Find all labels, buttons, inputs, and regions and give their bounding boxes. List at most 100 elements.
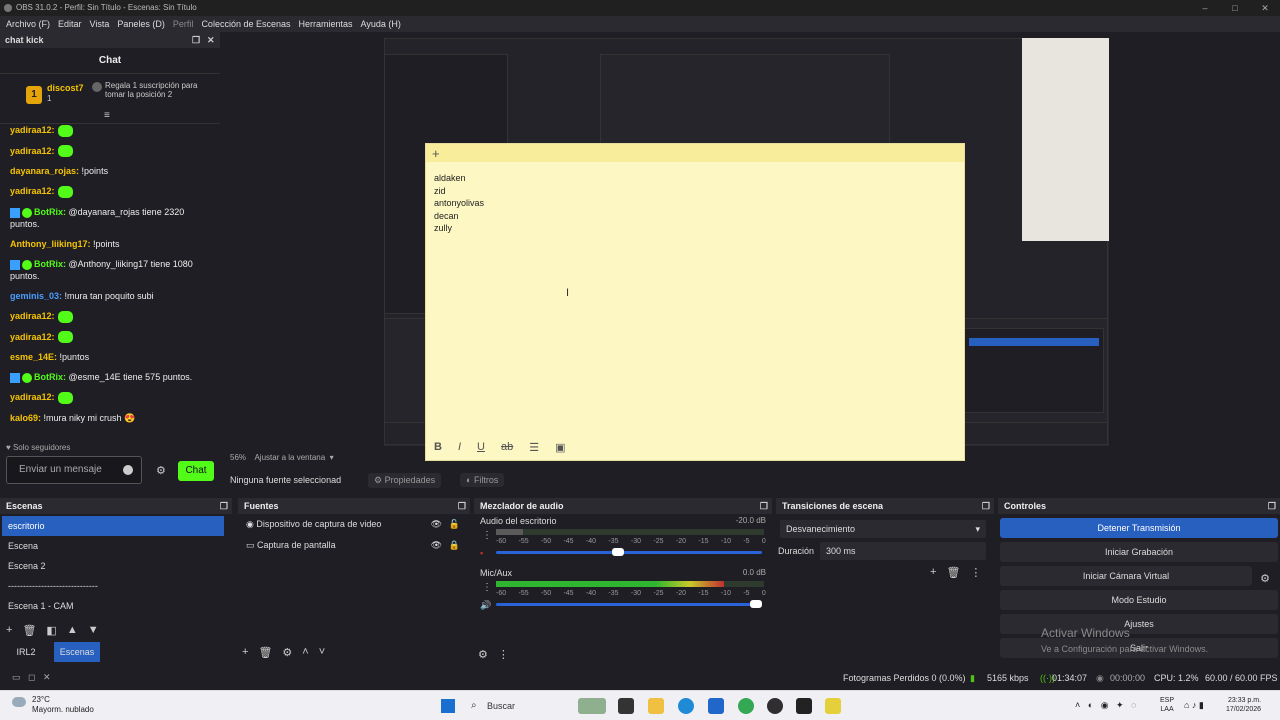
obs-app-icon[interactable] xyxy=(767,698,783,714)
file-explorer-icon[interactable] xyxy=(648,698,664,714)
menu-docks[interactable]: Paneles (D) xyxy=(117,19,165,29)
filters-button[interactable]: ◐ Filtros xyxy=(460,473,505,487)
chat-username[interactable]: BotRix: xyxy=(34,207,66,217)
app-icon[interactable] xyxy=(796,698,812,714)
scene-filters-icon[interactable]: ◧ xyxy=(46,624,56,637)
tab-irl2[interactable]: IRL2 xyxy=(6,642,46,662)
add-scene-icon[interactable]: + xyxy=(6,624,12,637)
zoom-mode-select[interactable]: Ajustar a la ventana xyxy=(254,453,325,462)
chat-username[interactable]: geminis_03: xyxy=(10,291,62,301)
transition-select[interactable]: Desvanecimiento ▾ xyxy=(780,520,986,538)
chat-username[interactable]: BotRix: xyxy=(34,259,66,269)
italic-icon[interactable]: I xyxy=(458,441,461,454)
pinned-user[interactable]: discost7 xyxy=(47,83,84,93)
menu-scene-collection[interactable]: Colección de Escenas xyxy=(201,19,290,29)
chat-username[interactable]: yadiraa12: xyxy=(10,146,55,156)
menu-help[interactable]: Ayuda (H) xyxy=(361,19,401,29)
weather-widget[interactable]: 23°C Mayorm. nublado xyxy=(32,695,94,715)
scene-item[interactable]: Escena 2 xyxy=(2,556,224,576)
sticky-notes-icon[interactable] xyxy=(825,698,841,714)
widgets-icon[interactable] xyxy=(578,698,606,714)
stop-streaming-button[interactable]: Detener Transmisión xyxy=(1000,518,1278,538)
virtual-camera-settings-icon[interactable]: ⚙ xyxy=(1260,572,1270,585)
store-icon[interactable] xyxy=(708,698,724,714)
scene-item[interactable]: Escena 1 - CAM xyxy=(2,596,224,616)
lock-icon[interactable]: 🔓 xyxy=(449,514,460,535)
menu-edit[interactable]: Editar xyxy=(58,19,82,29)
underline-icon[interactable]: U xyxy=(477,441,485,454)
file-app-icon[interactable] xyxy=(618,698,634,714)
undock-icon[interactable]: ❐ xyxy=(220,498,228,514)
transition-menu-icon[interactable]: ⋮ xyxy=(970,566,981,579)
undock-icon[interactable]: ❐ xyxy=(458,498,466,514)
scene-item[interactable]: Escena xyxy=(2,536,224,556)
volume-slider[interactable] xyxy=(496,600,762,608)
chat-username[interactable]: yadiraa12: xyxy=(10,186,55,196)
add-transition-icon[interactable]: + xyxy=(930,566,936,579)
chat-username[interactable]: yadiraa12: xyxy=(10,392,55,402)
tab-escenas[interactable]: Escenas xyxy=(54,642,100,662)
move-up-icon[interactable]: ˄ xyxy=(302,646,308,659)
language-indicator[interactable]: ESP LAA xyxy=(1160,696,1174,714)
undock-icon[interactable]: ❐ xyxy=(192,32,200,48)
volume-knob[interactable] xyxy=(611,548,624,556)
channel-menu-icon[interactable]: ⋮ xyxy=(482,582,492,593)
emoji-icon[interactable] xyxy=(123,465,133,475)
sticky-note[interactable]: + aldaken zid antonyolivas decan zully B… xyxy=(425,143,965,461)
studio-mode-button[interactable]: Modo Estudio xyxy=(1000,590,1278,610)
lock-icon[interactable]: 🔒 xyxy=(449,535,460,556)
move-down-icon[interactable]: ˅ xyxy=(319,646,325,659)
maximize-button[interactable]: □ xyxy=(1220,0,1250,16)
volume-knob[interactable] xyxy=(750,600,762,608)
move-down-icon[interactable]: ▼ xyxy=(88,624,99,637)
chat-username[interactable]: dayanara_rojas: xyxy=(10,166,79,176)
properties-button[interactable]: ⚙ Propiedades xyxy=(368,473,442,488)
volume-slider[interactable] xyxy=(496,548,762,556)
source-item[interactable]: ◉ Dispositivo de captura de video 👁 🔓 xyxy=(238,514,470,535)
remove-transition-icon[interactable]: 🗑 xyxy=(946,566,960,579)
channel-menu-icon[interactable]: ⋮ xyxy=(482,530,492,541)
tray-icons[interactable]: ˄ ◐ ◉ ✦ ◌ xyxy=(1075,700,1136,711)
minimize-button[interactable]: – xyxy=(1190,0,1220,16)
speaker-icon[interactable]: 🔊 xyxy=(480,600,491,611)
visibility-icon[interactable]: 👁 xyxy=(431,514,442,535)
menu-file[interactable]: Archivo (F) xyxy=(6,19,50,29)
menu-view[interactable]: Vista xyxy=(90,19,110,29)
undock-icon[interactable]: ❐ xyxy=(1268,498,1276,514)
remove-source-icon[interactable]: 🗑 xyxy=(258,646,272,659)
visibility-icon[interactable]: 👁 xyxy=(431,535,442,556)
network-volume-icons[interactable]: ⌂ ♪ ▮ xyxy=(1184,700,1204,711)
chrome-icon[interactable] xyxy=(738,698,754,714)
undock-icon[interactable]: ❐ xyxy=(760,498,768,514)
mixer-menu-icon[interactable]: ⋮ xyxy=(498,648,509,661)
add-note-icon[interactable]: + xyxy=(432,146,440,161)
chat-username[interactable]: yadiraa12: xyxy=(10,311,55,321)
move-up-icon[interactable]: ▲ xyxy=(67,624,78,637)
chat-send-button[interactable]: Chat xyxy=(178,461,214,481)
chat-settings-icon[interactable]: ⚙ xyxy=(156,464,166,477)
note-text[interactable]: aldaken zid antonyolivas decan zully xyxy=(434,172,484,235)
source-item[interactable]: ▭ Captura de pantalla 👁 🔒 xyxy=(238,535,470,556)
chat-username[interactable]: esme_14E: xyxy=(10,352,57,362)
chat-username[interactable]: kalo69: xyxy=(10,413,41,423)
remove-scene-icon[interactable]: 🗑 xyxy=(22,624,36,637)
scene-item[interactable]: escritorio xyxy=(2,516,224,536)
add-source-icon[interactable]: + xyxy=(242,646,248,659)
muted-speaker-icon[interactable]: ▪ xyxy=(480,548,483,558)
note-header[interactable] xyxy=(426,144,964,162)
audio-settings-icon[interactable]: ⚙ xyxy=(478,648,488,661)
undock-icon[interactable]: ❐ xyxy=(982,498,990,514)
chat-username[interactable]: BotRix: xyxy=(34,372,66,382)
start-recording-button[interactable]: Iniciar Grabación xyxy=(1000,542,1278,562)
close-icon[interactable]: ✕ xyxy=(207,32,215,48)
close-window-button[interactable]: ✕ xyxy=(1250,0,1280,16)
start-virtual-camera-button[interactable]: Iniciar Cámara Virtual xyxy=(1000,566,1252,586)
strikethrough-icon[interactable]: ab xyxy=(501,441,513,454)
expand-icon[interactable]: ≡ xyxy=(104,110,110,121)
bold-icon[interactable]: B xyxy=(434,441,442,454)
scene-item[interactable]: ------------------------------ xyxy=(2,576,224,596)
menu-tools[interactable]: Herramientas xyxy=(299,19,353,29)
chat-input[interactable]: Enviar un mensaje xyxy=(6,456,142,484)
menu-profile[interactable]: Perfil xyxy=(173,19,194,29)
chat-username[interactable]: yadiraa12: xyxy=(10,332,55,342)
